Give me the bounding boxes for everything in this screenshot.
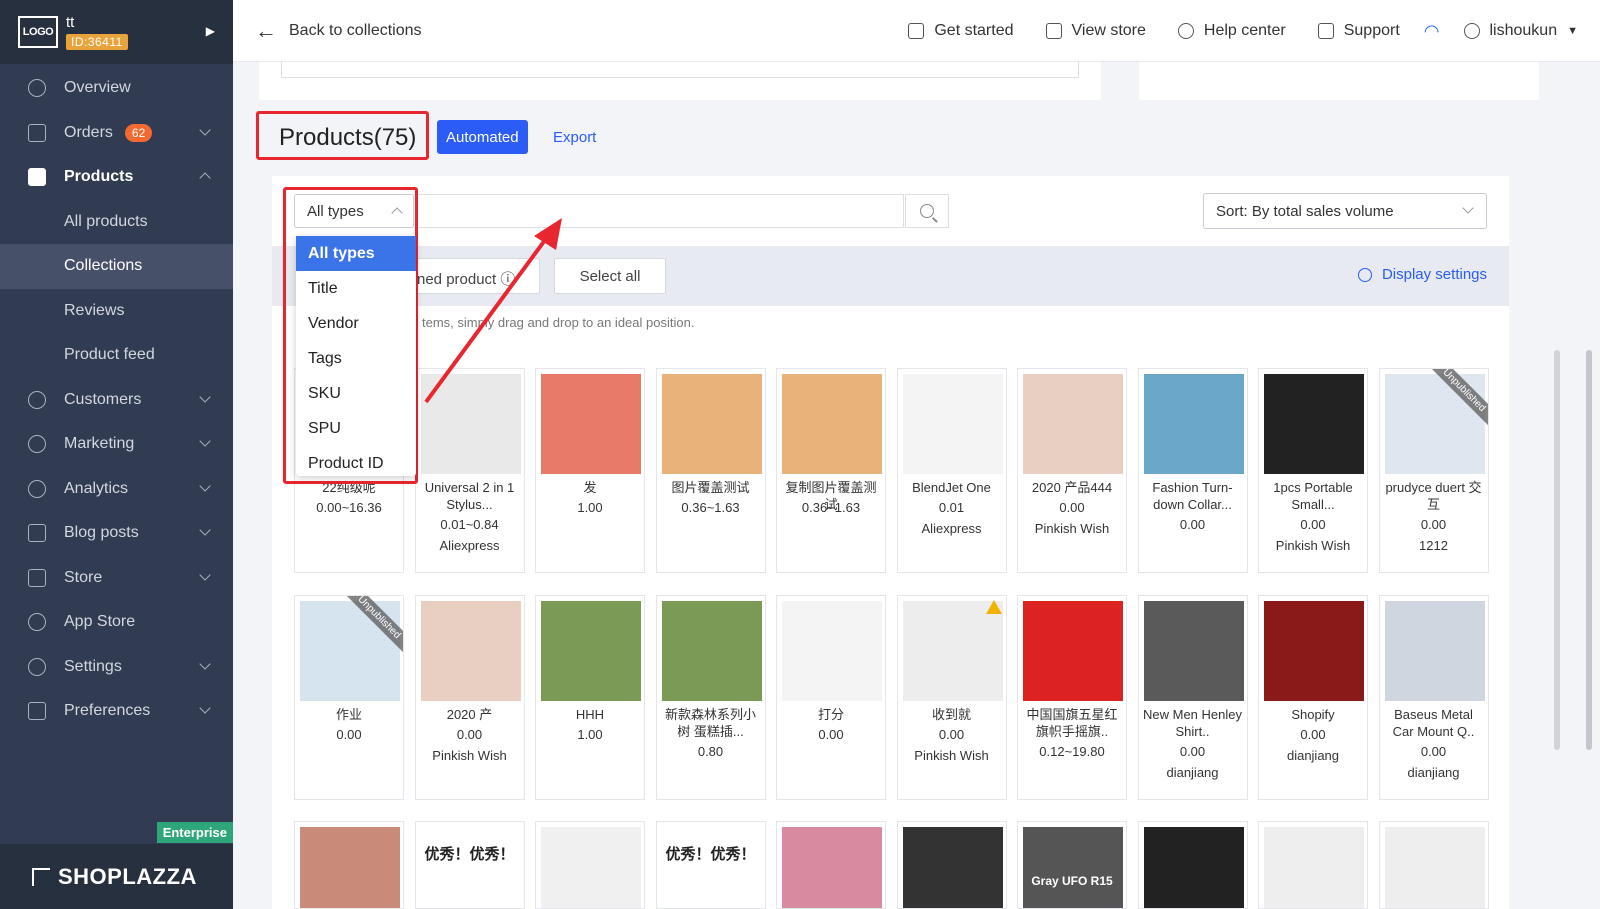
annotation-arrow xyxy=(424,218,562,404)
grid-scrollbar[interactable] xyxy=(1554,350,1560,750)
page-scrollbar[interactable] xyxy=(1586,350,1592,750)
